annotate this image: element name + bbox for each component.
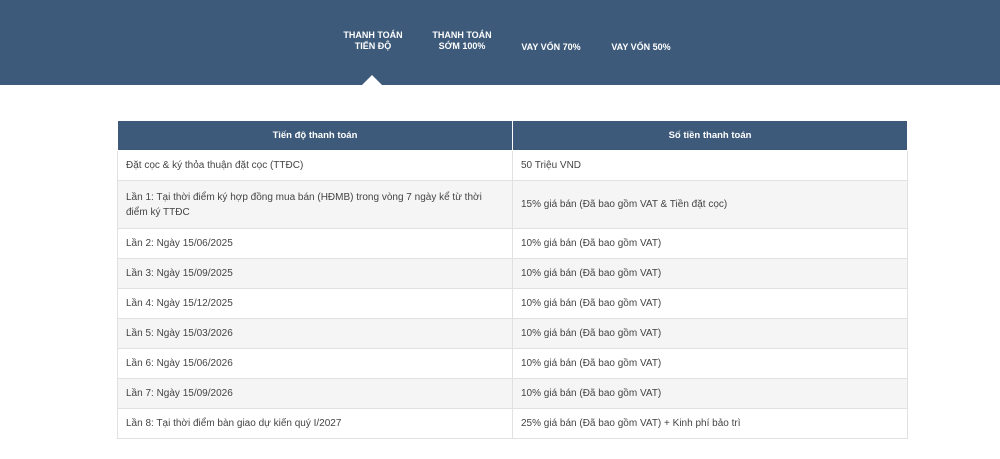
amount-cell: 10% giá bán (Đã bao gồm VAT) [512, 318, 908, 349]
tab-label-line1: VAY VỐN 50% [611, 42, 671, 52]
table-row: Lần 5: Ngày 15/03/2026 10% giá bán (Đã b… [117, 318, 908, 349]
tab-thanh-toan-tien-do[interactable]: THANH TOÁN TIẾN ĐỘ [338, 30, 408, 52]
amount-cell: 10% giá bán (Đã bao gồm VAT) [512, 378, 908, 409]
schedule-cell: Lần 7: Ngày 15/09/2026 [117, 378, 513, 409]
amount-cell: 10% giá bán (Đã bao gồm VAT) [512, 348, 908, 379]
table-header-row: Tiến độ thanh toán Số tiền thanh toán [117, 120, 908, 151]
tab-thanh-toan-som-100[interactable]: THANH TOÁN SỚM 100% [426, 30, 498, 52]
table-row: Lần 1: Tại thời điểm ký hợp đồng mua bán… [117, 180, 908, 229]
amount-cell: 10% giá bán (Đã bao gồm VAT) [512, 258, 908, 289]
active-tab-caret-icon [362, 75, 382, 85]
tab-label-line1: THANH TOÁN [432, 30, 492, 40]
amount-cell: 10% giá bán (Đã bao gồm VAT) [512, 288, 908, 319]
schedule-cell: Lần 5: Ngày 15/03/2026 [117, 318, 513, 349]
tab-vay-von-70[interactable]: VAY VỐN 70% [515, 42, 587, 53]
table-row: Lần 4: Ngày 15/12/2025 10% giá bán (Đã b… [117, 288, 908, 319]
tab-vay-von-50[interactable]: VAY VỐN 50% [605, 42, 677, 53]
schedule-cell: Lần 2: Ngày 15/06/2025 [117, 228, 513, 259]
schedule-cell: Lần 4: Ngày 15/12/2025 [117, 288, 513, 319]
column-header-amount: Số tiền thanh toán [512, 120, 908, 151]
table-row: Đặt cọc & ký thỏa thuận đặt cọc (TTĐC) 5… [117, 150, 908, 181]
schedule-cell: Lần 6: Ngày 15/06/2026 [117, 348, 513, 379]
column-header-schedule: Tiến độ thanh toán [117, 120, 513, 151]
table-row: Lần 3: Ngày 15/09/2025 10% giá bán (Đã b… [117, 258, 908, 289]
table-row: Lần 7: Ngày 15/09/2026 10% giá bán (Đã b… [117, 378, 908, 409]
amount-cell: 25% giá bán (Đã bao gồm VAT) + Kinh phí … [512, 408, 908, 439]
schedule-cell: Lần 3: Ngày 15/09/2025 [117, 258, 513, 289]
tab-label-line2: TIẾN ĐỘ [354, 41, 392, 51]
amount-cell: 50 Triệu VND [512, 150, 908, 181]
tab-label-line2: SỚM 100% [438, 41, 486, 51]
amount-cell: 10% giá bán (Đã bao gồm VAT) [512, 228, 908, 259]
amount-cell: 15% giá bán (Đã bao gồm VAT & Tiền đặt c… [512, 180, 908, 229]
table-row: Lần 2: Ngày 15/06/2025 10% giá bán (Đã b… [117, 228, 908, 259]
table-row: Lần 8: Tại thời điểm bàn giao dự kiến qu… [117, 408, 908, 439]
tab-label-line1: THANH TOÁN [343, 30, 403, 40]
schedule-cell: Lần 1: Tại thời điểm ký hợp đồng mua bán… [117, 180, 513, 229]
schedule-cell: Lần 8: Tại thời điểm bàn giao dự kiến qu… [117, 408, 513, 439]
tab-label-line1: VAY VỐN 70% [521, 42, 581, 52]
schedule-cell: Đặt cọc & ký thỏa thuận đặt cọc (TTĐC) [117, 150, 513, 181]
table-row: Lần 6: Ngày 15/06/2026 10% giá bán (Đã b… [117, 348, 908, 379]
payment-schedule-table: Tiến độ thanh toán Số tiền thanh toán Đặ… [117, 120, 908, 439]
payment-tabs: THANH TOÁN TIẾN ĐỘ THANH TOÁN SỚM 100% V… [0, 0, 1000, 85]
